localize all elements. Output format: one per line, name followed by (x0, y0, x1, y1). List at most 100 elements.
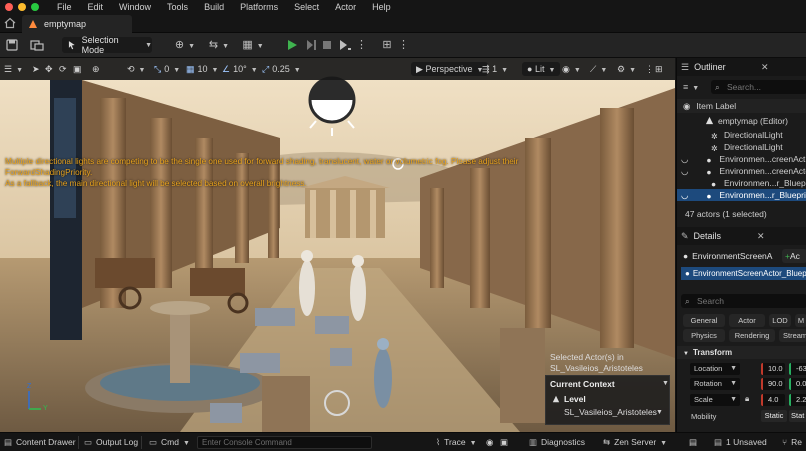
settings-more-icon[interactable]: ⋮ (398, 38, 409, 52)
visibility-eye-icon[interactable]: ◡ (681, 190, 688, 200)
add-component-button[interactable]: +Ac (782, 249, 806, 263)
translate-snap-toggle[interactable]: ⤡ 0 ▼ (154, 62, 180, 76)
source-control-icon[interactable]: ▤ (689, 436, 697, 449)
trace-dropdown[interactable]: ⌇ Trace ▼ (436, 436, 477, 449)
browse-icon[interactable] (30, 38, 44, 52)
selection-mode-dropdown[interactable]: Selection Mode ▼ (62, 35, 152, 55)
outliner-row[interactable]: ◡ ● Environmen...creenActo (677, 165, 806, 177)
scale-x-field[interactable]: 4.0 (761, 394, 785, 406)
settings-gear-icon[interactable]: ⚙ ▼ (617, 62, 636, 76)
stop-icon[interactable] (321, 38, 333, 52)
chevron-down-icon[interactable]: ▼ (662, 380, 669, 387)
filter-chip-misc[interactable]: M (795, 314, 806, 327)
outliner-row-selected[interactable]: ◡ ● Environmen...r_Bluepri (677, 189, 806, 201)
filter-chip-actor[interactable]: Actor (729, 314, 765, 327)
view-mode-dropdown[interactable]: ● Lit ▼ (522, 62, 561, 76)
menu-select[interactable]: Select (294, 2, 319, 12)
play-options-icon[interactable]: ⋮ (356, 38, 367, 52)
rotation-x-field[interactable]: 90.0 (761, 378, 785, 390)
rotation-snap-toggle[interactable]: ∠ 10° ▼ (222, 62, 258, 76)
close-window-button[interactable] (5, 3, 13, 11)
viewport-menu-button[interactable]: ☰ ▼ (4, 62, 23, 76)
cmd-dropdown[interactable]: ▭ Cmd ▼ (149, 436, 190, 449)
level-viewport[interactable]: Z Y Multiple directional lights are comp… (0, 58, 675, 432)
visibility-eye-icon[interactable]: ◡ (681, 166, 688, 176)
filter-chip-general[interactable]: General (683, 314, 725, 327)
details-search-input[interactable]: ⌕ Search (681, 294, 806, 308)
revision-control-button[interactable]: ⑂ Re (782, 436, 802, 449)
outliner-column-header[interactable]: ◉ Item Label (677, 99, 806, 113)
layout-icon[interactable]: ⊞ (655, 62, 663, 76)
show-flags-icon[interactable]: ◉ ▼ (562, 62, 581, 76)
outliner-search-input[interactable]: ⌕ Search... (711, 80, 806, 94)
filter-chip-rendering[interactable]: Rendering (729, 329, 775, 342)
outliner-row[interactable]: ✲ DirectionalLight (677, 129, 806, 141)
location-x-field[interactable]: 10.0 (761, 363, 785, 375)
screenshot-icon[interactable]: ▣ (500, 436, 508, 449)
menu-edit[interactable]: Edit (88, 2, 104, 12)
realtime-icon[interactable]: ⟋ ▼ (590, 62, 607, 76)
scale-snap-toggle[interactable]: ⤢ 0.25 ▼ (262, 62, 301, 76)
output-log-button[interactable]: ▭ Output Log (84, 436, 138, 449)
location-dropdown[interactable]: Location ▼ (690, 363, 740, 375)
add-actor-icon[interactable]: ⊕ ▼ (172, 38, 198, 52)
platforms-icon[interactable]: ⊞ (380, 38, 394, 52)
menu-tools[interactable]: Tools (167, 2, 188, 12)
filter-chip-lod[interactable]: LOD (769, 314, 791, 327)
grid-snap-toggle[interactable]: ▦ 10 ▼ (186, 62, 218, 76)
chevron-down-icon[interactable]: ▼ (656, 409, 663, 416)
content-drawer-button[interactable]: ▤ Content Drawer (4, 436, 76, 449)
mobility-static-button[interactable]: Static (761, 410, 787, 422)
translate-tool-icon[interactable]: ✥ (45, 62, 53, 76)
details-tab[interactable]: ✎ Details ✕ (677, 227, 806, 245)
outliner-row[interactable]: ✲ DirectionalLight (677, 141, 806, 153)
menu-file[interactable]: File (57, 2, 72, 12)
outliner-row[interactable]: emptymap (Editor) (677, 115, 806, 127)
surface-snap-icon[interactable]: ⟲ ▼ (127, 62, 145, 76)
transform-section-header[interactable]: ▼ Transform (677, 346, 806, 359)
context-level-value[interactable]: SL_Vasileios_Aristoteles (564, 407, 657, 417)
blueprint-icon[interactable]: ⇆ ▼ (206, 38, 232, 52)
visibility-eye-icon[interactable]: ◡ (681, 154, 688, 164)
console-command-input[interactable]: Enter Console Command (197, 436, 372, 449)
filter-chip-streaming[interactable]: Streami (779, 329, 806, 342)
rotation-dropdown[interactable]: Rotation ▼ (690, 378, 740, 390)
menu-platforms[interactable]: Platforms (240, 2, 278, 12)
cinematics-icon[interactable]: ▦ ▼ (240, 38, 266, 52)
outliner-filter-icon[interactable]: ≡ ▼ (683, 82, 699, 92)
location-y-field[interactable]: -630 (789, 363, 806, 375)
play-icon[interactable] (286, 38, 298, 52)
outliner-tab[interactable]: ☰ Outliner ✕ (677, 58, 806, 76)
zoom-window-button[interactable] (31, 3, 39, 11)
zen-server-dropdown[interactable]: ⇆ Zen Server ▼ (603, 436, 667, 449)
lock-icon[interactable]: 🔒︎ (745, 394, 749, 404)
step-icon[interactable] (305, 38, 317, 52)
menu-window[interactable]: Window (119, 2, 151, 12)
diagnostics-button[interactable]: ▥ Diagnostics (529, 436, 585, 449)
scale-y-field[interactable]: 2.2 (789, 394, 806, 406)
home-icon[interactable] (4, 17, 16, 29)
viewport-options-icon[interactable]: ⋮ (645, 62, 654, 76)
outliner-row[interactable]: ● Environmen...r_Bluepri (677, 177, 806, 189)
unsaved-button[interactable]: ▤ 1 Unsaved (714, 436, 767, 449)
record-icon[interactable]: ◉ (486, 436, 493, 449)
perspective-dropdown[interactable]: ▶ Perspective ▼ (411, 62, 489, 76)
close-icon[interactable]: ✕ (757, 231, 765, 242)
menu-actor[interactable]: Actor (335, 2, 356, 12)
world-space-icon[interactable]: ⊕ (92, 62, 100, 76)
outliner-row[interactable]: ◡ ● Environmen...creenAct (677, 153, 806, 165)
scale-dropdown[interactable]: Scale ▼ (690, 394, 740, 406)
eject-icon[interactable] (338, 38, 352, 52)
camera-speed-dropdown[interactable]: ⇶ 1 ▼ (482, 62, 508, 76)
level-tab[interactable]: emptymap (22, 15, 132, 33)
rotate-tool-icon[interactable]: ⟳ (59, 62, 67, 76)
minimize-window-button[interactable] (18, 3, 26, 11)
menu-help[interactable]: Help (372, 2, 391, 12)
close-icon[interactable]: ✕ (761, 62, 769, 73)
filter-chip-physics[interactable]: Physics (683, 329, 725, 342)
save-icon[interactable] (6, 38, 18, 52)
menu-build[interactable]: Build (204, 2, 224, 12)
scale-tool-icon[interactable]: ▣ (73, 62, 82, 76)
component-row-selected[interactable]: ● EnvironmentScreenActor_Bluep (681, 267, 806, 280)
mobility-stationary-button[interactable]: Stat (789, 410, 806, 422)
